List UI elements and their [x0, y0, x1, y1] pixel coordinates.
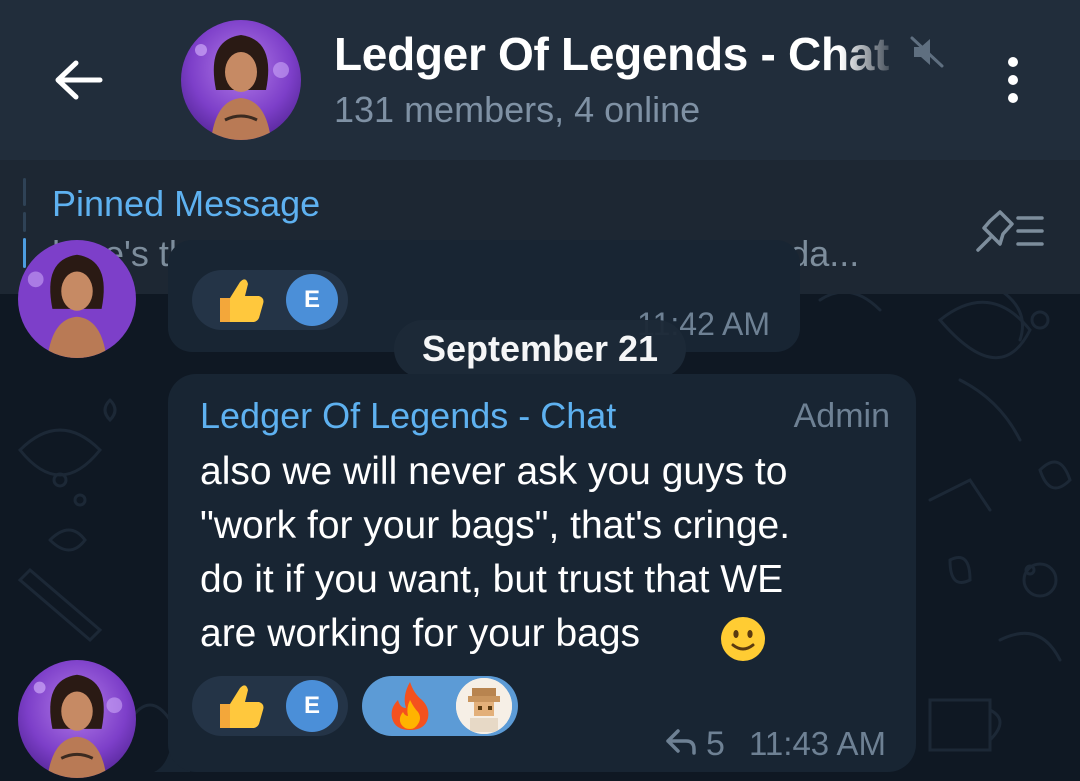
title-fade	[840, 24, 900, 84]
thumbs-up-icon	[220, 279, 264, 322]
message-time: 11:43 AM	[749, 725, 886, 762]
avatar-image	[181, 20, 301, 140]
reaction-thumbs-up[interactable]: E	[192, 270, 348, 330]
date-separator-label: September 21	[421, 328, 659, 369]
reaction-thumbs-up[interactable]: E	[192, 676, 348, 736]
reaction-fire-selected[interactable]	[362, 676, 518, 736]
chat-title[interactable]: Ledger Of Legends - Chat	[334, 26, 894, 82]
speaker-muted-icon	[910, 36, 944, 68]
chat-header: Ledger Of Legends - Chat 131 members, 4 …	[0, 0, 1080, 160]
message-text-line: also we will never ask you guys to	[200, 450, 788, 493]
fire-icon	[391, 682, 429, 730]
slightly-smiling-face-icon	[721, 617, 765, 661]
pixel-avatar-image	[456, 678, 512, 734]
message-text-line: are working for your bags	[200, 612, 641, 655]
reply-arrow-icon	[666, 729, 696, 755]
chat-screen: Ledger Of Legends - Chat 131 members, 4 …	[0, 0, 1080, 781]
reactor-avatar: E	[286, 680, 338, 732]
pinned-indicator-segment	[23, 212, 26, 232]
admin-badge: Admin	[793, 397, 890, 435]
pixel-art-avatar	[456, 678, 512, 734]
message-text-line: "work for your bags", that's cringe.	[200, 504, 791, 547]
thumbs-up-icon	[220, 685, 264, 728]
more-vertical-icon-dot	[1008, 75, 1018, 85]
back-button[interactable]	[40, 48, 116, 112]
more-vertical-icon	[1008, 57, 1018, 67]
pinned-indicator-active	[23, 238, 26, 268]
more-menu-button[interactable]	[990, 50, 1036, 110]
sender-avatar[interactable]	[18, 240, 136, 358]
date-separator: September 21	[394, 320, 686, 378]
pinned-list-icon[interactable]	[972, 206, 1048, 256]
reactor-avatar: E	[286, 274, 338, 326]
reply-count[interactable]: 5	[706, 724, 725, 764]
group-avatar[interactable]	[181, 20, 301, 140]
avatar-image	[18, 660, 136, 778]
pinned-indicator-segment	[23, 178, 26, 206]
sender-avatar[interactable]	[18, 660, 136, 778]
message-text-line: do it if you want, but trust that WE	[200, 558, 784, 601]
arrow-left-icon	[55, 60, 103, 100]
sender-name[interactable]: Ledger Of Legends - Chat	[200, 394, 616, 438]
members-status: 131 members, 4 online	[334, 89, 701, 130]
avatar-image	[18, 240, 136, 358]
more-vertical-icon-dot	[1008, 93, 1018, 103]
pinned-label: Pinned Message	[52, 183, 321, 224]
